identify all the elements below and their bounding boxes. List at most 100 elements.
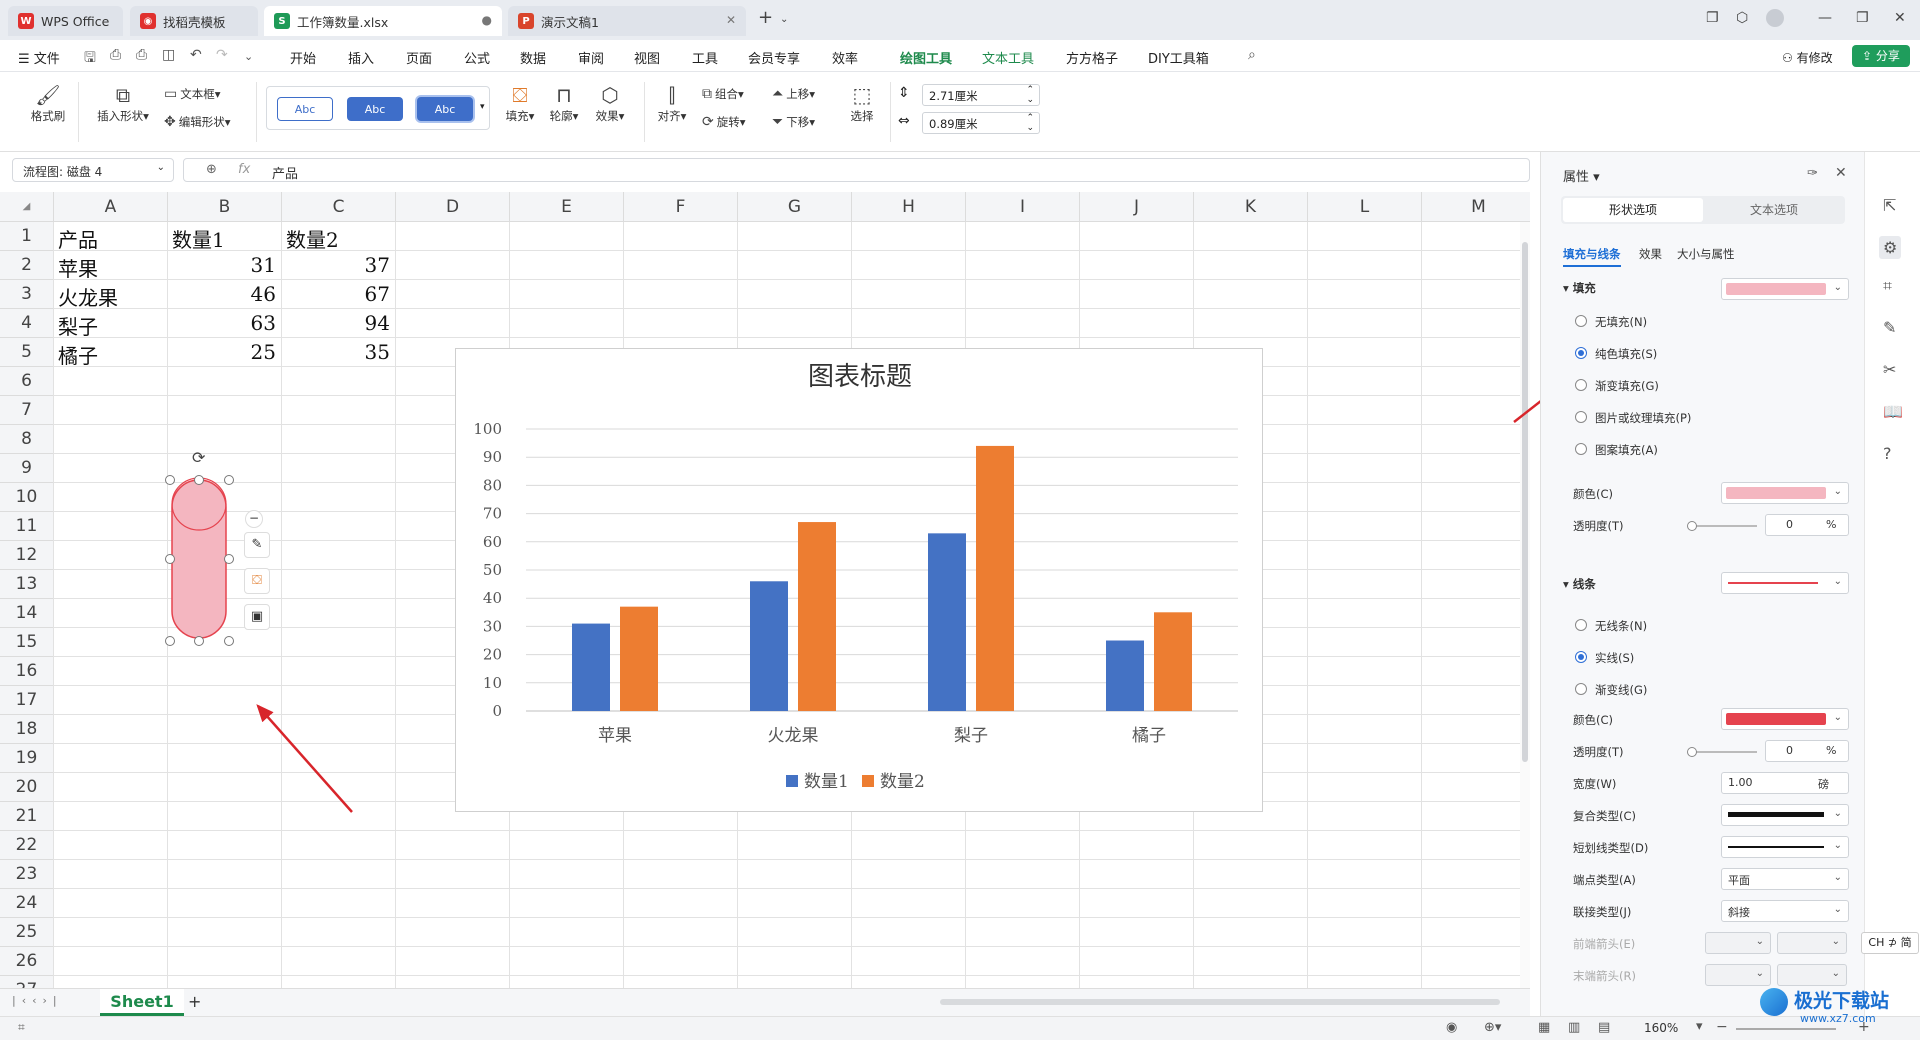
menu-efficiency[interactable]: 效率 <box>832 48 858 67</box>
line-style-dropdown[interactable]: ⌄ <box>1721 572 1849 594</box>
fill-color-picker[interactable]: ⌄ <box>1721 482 1849 504</box>
row-header[interactable]: 21 <box>0 802 54 831</box>
begin-arrow-type-dropdown[interactable]: ⌄ <box>1705 932 1771 954</box>
zoom-formula-icon[interactable]: ⊕ <box>206 162 217 177</box>
row-header[interactable]: 12 <box>0 541 54 570</box>
tab-text-options[interactable]: 文本选项 <box>1705 198 1843 222</box>
file-menu[interactable]: ☰ 文件 <box>18 48 60 67</box>
row-header[interactable]: 22 <box>0 831 54 860</box>
tab-shape-options[interactable]: 形状选项 <box>1563 198 1703 222</box>
line-option-label[interactable]: 渐变线(G) <box>1595 682 1647 698</box>
name-box[interactable]: 流程图: 磁盘 4 ⌄ <box>12 158 174 182</box>
row-header[interactable]: 4 <box>0 309 54 338</box>
align-button[interactable]: ⫿ 对齐▾ <box>654 82 690 124</box>
scroll-thumb[interactable] <box>1522 242 1528 762</box>
menu-tools[interactable]: 工具 <box>692 48 718 67</box>
horizontal-scrollbar[interactable] <box>940 999 1500 1005</box>
fill-button[interactable]: ⛋ 填充▾ <box>502 82 538 124</box>
format-brush-button[interactable]: 🖌 格式刷 <box>28 82 68 124</box>
chevron-down-icon[interactable]: ⌄ <box>244 50 253 63</box>
cell[interactable]: 67 <box>286 282 390 306</box>
menu-member[interactable]: 会员专享 <box>748 48 800 67</box>
chevron-down-icon[interactable]: ⌄ <box>780 14 788 25</box>
select-all-corner[interactable]: ◢ <box>0 192 54 222</box>
insert-shape-button[interactable]: ⧉ 插入形状▾ <box>92 82 154 124</box>
style-shadow[interactable]: Abc <box>417 97 473 121</box>
send-backward-button[interactable]: ⏷ 下移 ▾ <box>772 114 815 130</box>
cell[interactable]: 25 <box>172 340 276 364</box>
normal-view-icon[interactable]: ▦ <box>1538 1020 1550 1035</box>
spreadsheet-grid[interactable]: ◢ ABCDEFGHIJKLM 1 2 3 4 5 6 7 8 9 10 11 12 13 14 15 16 1… <box>0 192 1530 988</box>
cube-icon[interactable]: ⬡ <box>1736 10 1748 26</box>
minimize-icon[interactable]: — <box>1818 10 1832 26</box>
menu-drawing-tools[interactable]: 绘图工具 <box>900 48 953 75</box>
collapse-icon[interactable]: − <box>245 510 263 528</box>
cursor-icon[interactable]: ⇱ <box>1883 196 1896 215</box>
cell[interactable]: 46 <box>172 282 276 306</box>
row-header[interactable]: 5 <box>0 338 54 367</box>
window-layout-icon[interactable]: ❐ <box>1706 10 1719 26</box>
tab-dot-icon[interactable]: ● <box>482 13 492 27</box>
cell[interactable]: 橘子 <box>58 340 162 369</box>
formula-input[interactable]: ⊕ fx 产品 <box>183 158 1530 182</box>
menu-home[interactable]: 开始 <box>290 48 316 67</box>
zoom-dropdown-icon[interactable]: ▾ <box>1696 1019 1703 1034</box>
book-icon[interactable]: 📖 <box>1883 402 1903 421</box>
row-header[interactable]: 2 <box>0 251 54 280</box>
compound-type-dropdown[interactable]: ⌄ <box>1721 804 1849 826</box>
tab-wps-office[interactable]: W WPS Office <box>8 6 123 36</box>
cell[interactable]: 35 <box>286 340 390 364</box>
row-header[interactable]: 23 <box>0 860 54 889</box>
fill-option-radio[interactable] <box>1575 315 1587 327</box>
row-header[interactable]: 27 <box>0 976 54 988</box>
row-header[interactable]: 18 <box>0 715 54 744</box>
column-header[interactable]: M <box>1422 192 1530 222</box>
bar-chart[interactable]: 图表标题 0 10 20 30 40 50 60 70 80 90 100 苹果 火龙果 梨子 橘子 数量1 数量… <box>455 348 1263 812</box>
fill-option-label[interactable]: 纯色填充(S) <box>1595 346 1657 362</box>
zoom-level[interactable]: 160% <box>1644 1021 1678 1035</box>
row-header[interactable]: 20 <box>0 773 54 802</box>
close-icon[interactable]: ✕ <box>726 13 736 27</box>
close-window-icon[interactable]: ✕ <box>1894 10 1906 26</box>
row-header[interactable]: 19 <box>0 744 54 773</box>
cell[interactable]: 37 <box>286 253 390 277</box>
search-icon[interactable]: ⌕ <box>1248 47 1256 63</box>
fill-option-label[interactable]: 渐变填充(G) <box>1595 378 1659 394</box>
fill-transparency-slider[interactable] <box>1687 521 1757 531</box>
textbox-button[interactable]: ▭ 文本框 ▾ <box>164 86 221 102</box>
row-header[interactable]: 14 <box>0 599 54 628</box>
row-header[interactable]: 24 <box>0 889 54 918</box>
add-sheet-button[interactable]: + <box>188 992 201 1011</box>
selected-capsule-shape[interactable]: ⟳ <box>165 448 234 646</box>
help-icon[interactable]: ? <box>1883 444 1892 463</box>
share-button[interactable]: ⇪ 分享 <box>1852 45 1910 67</box>
effect-button[interactable]: ⬡ 效果▾ <box>592 82 628 124</box>
row-header[interactable]: 3 <box>0 280 54 309</box>
sheet-tab-sheet1[interactable]: Sheet1 <box>100 989 184 1016</box>
undo-icon[interactable]: ↶ <box>190 47 202 63</box>
resize-handle[interactable] <box>224 554 234 564</box>
row-header[interactable]: 1 <box>0 222 54 251</box>
end-arrow-size-dropdown[interactable]: ⌄ <box>1777 964 1847 986</box>
style-outline[interactable]: Abc <box>277 97 333 121</box>
crop-icon[interactable]: ⌗ <box>1883 276 1892 296</box>
resize-handle[interactable] <box>224 475 234 485</box>
subtab-effect[interactable]: 效果 <box>1639 246 1662 262</box>
redo-icon[interactable]: ↷ <box>216 47 228 63</box>
cell[interactable]: 梨子 <box>58 311 162 340</box>
cell[interactable]: 94 <box>286 311 390 335</box>
column-header[interactable]: A <box>54 192 168 222</box>
column-header[interactable]: G <box>738 192 852 222</box>
fill-color-dropdown[interactable]: ⌄ <box>1721 278 1849 300</box>
row-header[interactable]: 10 <box>0 483 54 512</box>
fill-option-radio[interactable] <box>1575 379 1587 391</box>
shape-width-input[interactable]: 0.89厘米 ⌃ ⌄ <box>922 112 1040 134</box>
page-view-icon[interactable]: ▤ <box>1598 1020 1610 1035</box>
edit-shape-button[interactable]: ✥ 编辑形状 ▾ <box>164 114 231 130</box>
column-header[interactable]: L <box>1308 192 1422 222</box>
menu-text-tools[interactable]: 文本工具 <box>982 48 1034 67</box>
slider-knob[interactable] <box>1687 747 1697 757</box>
cell[interactable]: 火龙果 <box>58 282 162 311</box>
resize-handle[interactable] <box>194 636 204 646</box>
column-header[interactable]: J <box>1080 192 1194 222</box>
